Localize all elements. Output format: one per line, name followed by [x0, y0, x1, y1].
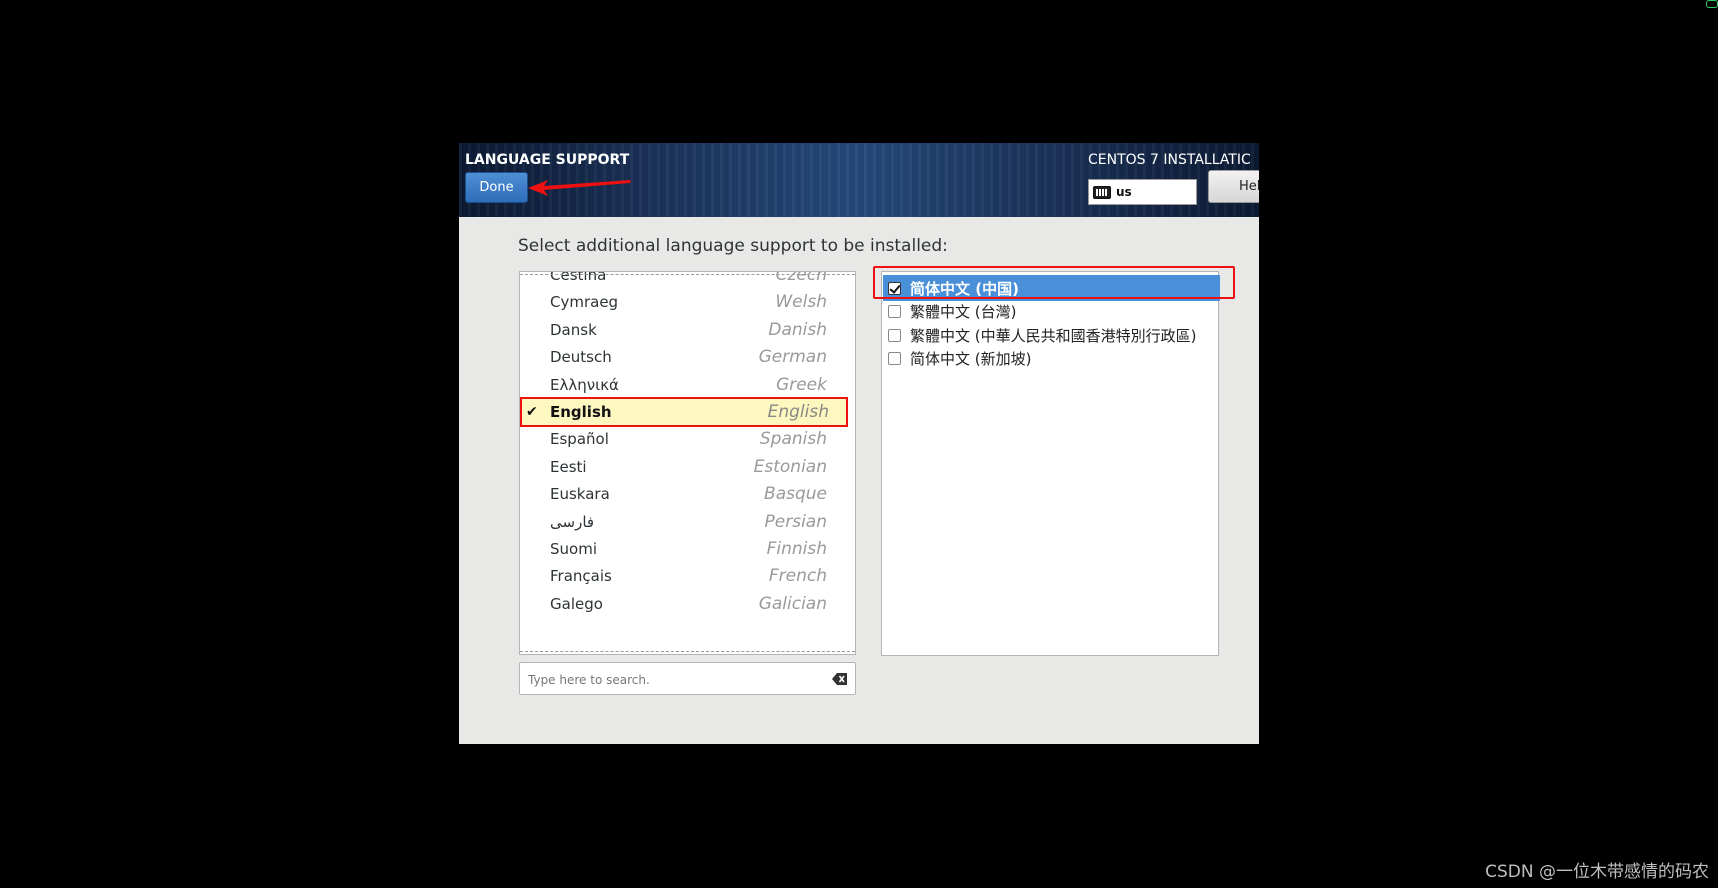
- language-english-name: Finnish: [766, 539, 827, 559]
- checkbox[interactable]: [888, 305, 901, 319]
- language-native-name: Español: [550, 430, 609, 449]
- language-english-name: Greek: [776, 374, 827, 395]
- header-bar: LANGUAGE SUPPORT Done CENTOS 7 INSTALLAT…: [459, 143, 1259, 217]
- language-row[interactable]: فارسی Persian: [520, 507, 855, 537]
- annotation-highlight-box: [873, 266, 1235, 299]
- language-native-name: Eesti: [550, 457, 587, 476]
- language-row[interactable]: Euskara Basque: [520, 479, 855, 509]
- language-row-selected[interactable]: ✔ English English: [520, 397, 848, 427]
- locale-row[interactable]: 简体中文 (新加坡): [883, 346, 1220, 372]
- locale-label: 繁體中文 (台灣): [910, 303, 1017, 322]
- language-row[interactable]: Français French: [520, 561, 855, 591]
- language-support-window: LANGUAGE SUPPORT Done CENTOS 7 INSTALLAT…: [459, 143, 1259, 744]
- help-button[interactable]: Help!: [1208, 170, 1259, 203]
- language-english-name: Czech: [775, 271, 827, 285]
- language-row[interactable]: Ελληνικά Greek: [520, 370, 855, 400]
- keyboard-icon: [1093, 185, 1111, 199]
- locale-row[interactable]: 繁體中文 (中華人民共和國香港特別行政區): [883, 322, 1220, 348]
- clear-search-icon[interactable]: [832, 673, 847, 685]
- language-native-name: Dansk: [550, 320, 597, 339]
- prompt-text: Select additional language support to be…: [518, 236, 948, 256]
- annotation-arrow-icon: [528, 180, 631, 196]
- locale-row[interactable]: 繁體中文 (台灣): [883, 299, 1220, 325]
- product-title: CENTOS 7 INSTALLATIC: [1088, 152, 1251, 168]
- keyboard-layout-indicator[interactable]: us: [1088, 179, 1197, 205]
- language-row[interactable]: Eesti Estonian: [520, 452, 855, 482]
- locale-list[interactable]: 简体中文 (中国) 繁體中文 (台灣) 繁體中文 (中華人民共和國香港特別行政區) 简…: [881, 271, 1220, 656]
- language-native-name: فارسی: [550, 512, 595, 531]
- language-native-name: Čeština: [550, 271, 607, 284]
- language-english-name: Estonian: [753, 456, 827, 477]
- language-row[interactable]: Deutsch German: [520, 342, 855, 372]
- language-native-name: Euskara: [550, 485, 610, 504]
- checkbox[interactable]: [888, 328, 901, 342]
- spoke-title: LANGUAGE SUPPORT: [465, 152, 630, 168]
- locale-label: 简体中文 (新加坡): [910, 350, 1032, 369]
- language-english-name: Galician: [758, 593, 827, 614]
- tray-icon: [1706, 0, 1718, 8]
- language-english-name: Danish: [768, 319, 827, 340]
- keyboard-layout-label: us: [1116, 185, 1132, 199]
- language-list[interactable]: Čeština Czech Cymraeg Welsh Dansk Danish Deuts…: [519, 271, 856, 655]
- language-english-name: English: [767, 402, 829, 422]
- check-icon: ✔: [526, 404, 538, 420]
- language-row[interactable]: Cymraeg Welsh: [520, 287, 855, 317]
- language-english-name: French: [768, 566, 827, 587]
- language-row[interactable]: Galego Galician: [520, 589, 855, 619]
- done-button[interactable]: Done: [465, 172, 528, 203]
- language-row[interactable]: Español Spanish: [520, 424, 855, 454]
- locale-label: 繁體中文 (中華人民共和國香港特別行政區): [910, 326, 1197, 345]
- language-row[interactable]: Dansk Danish: [520, 315, 855, 345]
- language-native-name: Galego: [550, 594, 603, 613]
- language-native-name: Français: [550, 567, 612, 586]
- search-box[interactable]: [519, 662, 856, 695]
- language-english-name: Persian: [764, 511, 827, 532]
- language-native-name: Deutsch: [550, 348, 612, 367]
- language-english-name: German: [758, 347, 827, 368]
- language-english-name: Welsh: [775, 292, 827, 313]
- language-native-name: Cymraeg: [550, 293, 619, 312]
- language-row[interactable]: Suomi Finnish: [520, 534, 855, 564]
- search-input[interactable]: [526, 668, 820, 692]
- language-english-name: Basque: [764, 484, 827, 505]
- language-native-name: Ελληνικά: [550, 375, 619, 394]
- checkbox[interactable]: [888, 352, 901, 366]
- language-english-name: Spanish: [759, 429, 827, 450]
- watermark: CSDN @一位木带感情的码农: [1485, 862, 1709, 882]
- language-native-name: Suomi: [550, 540, 597, 558]
- language-native-name: English: [550, 403, 612, 421]
